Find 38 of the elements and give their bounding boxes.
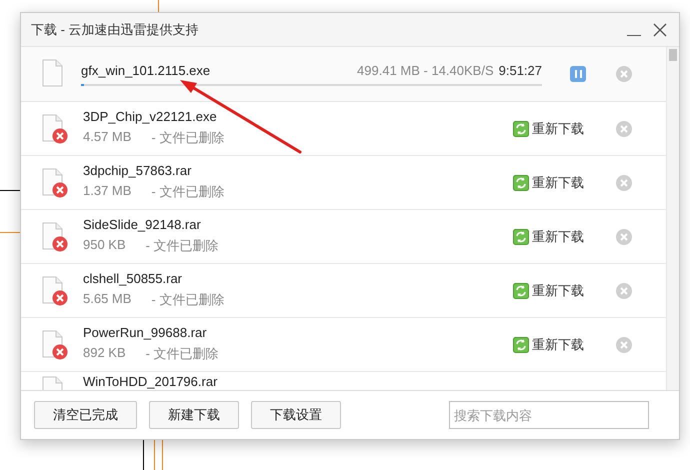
refresh-icon[interactable] [513,174,529,190]
refresh-icon[interactable] [513,336,529,352]
file-name: PowerRun_99688.rar [83,324,208,340]
file-name: SideSlide_92148.rar [83,216,202,232]
refresh-icon[interactable] [513,120,529,136]
file-size: 892 KB [83,344,126,362]
footer-button[interactable]: 新建下载 [149,401,239,429]
close-icon[interactable] [653,22,667,36]
file-status: - 文件已删除 [146,236,219,254]
file-size: 5.65 MB [83,290,132,308]
redownload-link[interactable]: 重新下载 [532,120,584,138]
refresh-icon[interactable] [513,228,529,244]
file-size: 1.37 MB [83,182,132,200]
scrollbar[interactable] [666,47,679,390]
file-size: 4.57 MB [83,128,132,146]
redownload-link[interactable]: 重新下载 [532,228,584,246]
file-size: 950 KB [83,236,126,254]
redownload-link[interactable]: 重新下载 [532,282,584,300]
window-title: 下载 - 云加速由迅雷提供支持 [31,20,200,38]
footer-button[interactable]: 下载设置 [251,401,341,429]
file-status: - 文件已删除 [151,128,224,146]
file-name: WinToHDD_201796.rar [83,374,218,389]
file-status: - 文件已删除 [146,344,219,362]
file-name: 3DP_Chip_v22121.exe [83,108,218,124]
file-name: clshell_50855.rar [83,270,184,286]
file-status: - 文件已删除 [151,182,224,200]
redownload-link[interactable]: 重新下载 [532,174,584,192]
footer-button[interactable]: 清空已完成 [34,401,137,429]
file-name: gfx_win_101.2115.exe [81,62,212,78]
refresh-icon[interactable] [513,282,529,298]
pause-button[interactable] [570,66,586,82]
time-remaining: 9:51:27 [498,62,542,78]
file-status: - 文件已删除 [151,290,224,308]
redownload-link[interactable]: 重新下载 [532,336,584,354]
file-name: 3dpchip_57863.rar [83,162,192,178]
file-icon [41,59,65,89]
search-field[interactable]: 搜索下载内容 [449,401,649,429]
download-info: 499.41 MB - 14.40KB/S [357,62,494,78]
